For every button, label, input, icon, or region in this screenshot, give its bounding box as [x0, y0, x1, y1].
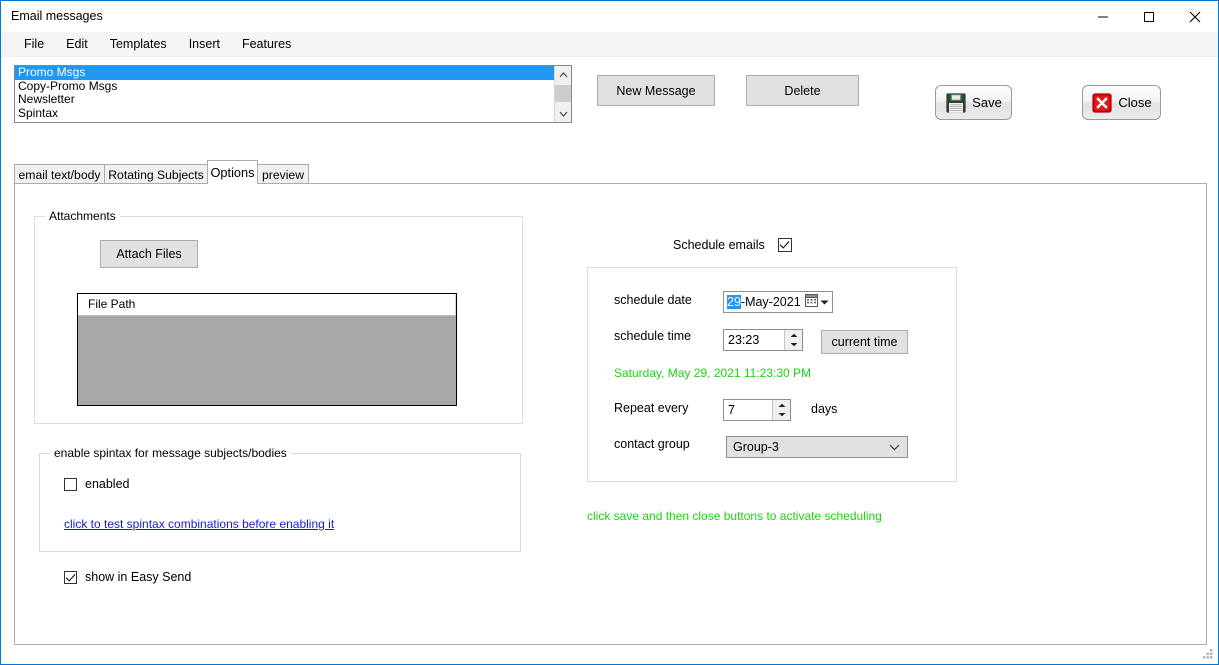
- red-x-icon: [1091, 92, 1113, 114]
- title-bar: Email messages: [1, 1, 1218, 33]
- spintax-enabled-checkbox[interactable]: enabled: [64, 477, 130, 491]
- checkbox-box[interactable]: [64, 477, 77, 491]
- attachments-group-title: Attachments: [45, 209, 120, 223]
- checkbox-box[interactable]: [777, 238, 792, 252]
- delete-button[interactable]: Delete: [746, 75, 859, 106]
- show-in-easy-send-label: show in Easy Send: [85, 570, 192, 584]
- message-list-scrollbar[interactable]: [554, 66, 571, 122]
- stepper-up-icon[interactable]: [785, 331, 802, 340]
- save-button[interactable]: Save: [935, 85, 1012, 120]
- menu-item-templates[interactable]: Templates: [99, 34, 178, 54]
- checkbox-box[interactable]: [64, 570, 77, 584]
- schedule-time-value: 23:23: [728, 333, 760, 347]
- email-messages-window: Email messages File Edit Templates Inser…: [0, 0, 1219, 665]
- attachments-grid[interactable]: File Path: [77, 293, 457, 406]
- tab-strip: email text/body Rotating Subjects Option…: [14, 160, 1207, 184]
- message-list-items: Promo Msgs Copy-Promo Msgs Newsletter Sp…: [15, 66, 555, 120]
- schedule-time-input[interactable]: 23:23: [723, 329, 803, 351]
- schedule-hint-text: click save and then close buttons to act…: [587, 509, 882, 523]
- repeat-every-stepper[interactable]: [772, 400, 790, 420]
- tab-rotating-subjects[interactable]: Rotating Subjects: [104, 164, 208, 184]
- show-in-easy-send-checkbox[interactable]: show in Easy Send: [64, 570, 191, 584]
- menu-item-features[interactable]: Features: [231, 34, 302, 54]
- schedule-date-input[interactable]: 29 -May-2021: [723, 291, 833, 313]
- chevron-down-icon[interactable]: [889, 440, 900, 454]
- repeat-every-label: Repeat every: [614, 401, 689, 415]
- list-item[interactable]: Newsletter: [15, 93, 555, 107]
- message-list[interactable]: Promo Msgs Copy-Promo Msgs Newsletter Sp…: [14, 65, 572, 123]
- menu-bar: File Edit Templates Insert Features: [1, 32, 1218, 57]
- stepper-down-icon[interactable]: [773, 410, 790, 419]
- scrollbar-thumb[interactable]: [555, 85, 571, 102]
- schedule-date-remainder: -May-2021: [740, 295, 801, 309]
- list-item[interactable]: Spintax: [15, 106, 555, 121]
- schedule-time-stepper[interactable]: [784, 330, 802, 350]
- contact-group-label: contact group: [614, 437, 690, 451]
- chevron-down-icon[interactable]: [820, 295, 829, 309]
- repeat-every-input[interactable]: 7: [723, 399, 791, 421]
- schedule-timestamp: Saturday, May 29, 2021 11:23:30 PM: [614, 366, 812, 380]
- tab-preview[interactable]: preview: [257, 164, 309, 184]
- tab-email-text-body[interactable]: email text/body: [14, 164, 105, 184]
- repeat-every-value: 7: [728, 403, 735, 417]
- stepper-up-icon[interactable]: [773, 401, 790, 410]
- tab-options[interactable]: Options: [207, 160, 258, 184]
- spintax-group-title: enable spintax for message subjects/bodi…: [50, 446, 291, 460]
- schedule-time-label: schedule time: [614, 329, 692, 343]
- schedule-emails-checkbox[interactable]: Schedule emails: [673, 238, 792, 252]
- days-label: days: [811, 402, 838, 416]
- schedule-emails-label: Schedule emails: [673, 238, 765, 252]
- maximize-button[interactable]: [1126, 1, 1172, 32]
- schedule-date-buttons[interactable]: [805, 294, 832, 310]
- new-message-button[interactable]: New Message: [597, 75, 715, 106]
- list-item[interactable]: Copy-Promo Msgs: [15, 79, 555, 94]
- attach-files-button[interactable]: Attach Files: [100, 240, 198, 268]
- test-spintax-link[interactable]: click to test spintax combinations befor…: [64, 517, 334, 531]
- scroll-down-icon[interactable]: [555, 105, 571, 122]
- contact-group-select[interactable]: Group-3: [726, 436, 908, 458]
- minimize-button[interactable]: [1080, 1, 1126, 32]
- column-header-file-path: File Path: [78, 294, 456, 315]
- menu-item-file[interactable]: File: [13, 34, 55, 54]
- schedule-date-selected-segment: 29: [727, 295, 741, 309]
- stepper-down-icon[interactable]: [785, 340, 802, 349]
- resize-grip[interactable]: [1201, 648, 1214, 661]
- contact-group-value: Group-3: [733, 440, 779, 454]
- current-time-button[interactable]: current time: [821, 330, 908, 354]
- attachments-grid-header: File Path: [78, 294, 456, 316]
- menu-item-insert[interactable]: Insert: [178, 34, 231, 54]
- spintax-enabled-label: enabled: [85, 477, 130, 491]
- spintax-group: enable spintax for message subjects/bodi…: [39, 446, 521, 552]
- window-title: Email messages: [11, 9, 103, 23]
- schedule-date-label: schedule date: [614, 293, 692, 307]
- window-controls: [1080, 1, 1218, 32]
- floppy-disk-icon: [945, 92, 967, 114]
- scroll-up-icon[interactable]: [555, 66, 571, 83]
- schedule-date-value: 29 -May-2021: [727, 295, 801, 309]
- list-item[interactable]: Promo Msgs: [15, 66, 555, 80]
- calendar-icon[interactable]: [805, 294, 818, 310]
- close-dialog-button[interactable]: Close: [1082, 85, 1161, 120]
- close-button[interactable]: [1172, 1, 1218, 32]
- close-dialog-button-label: Close: [1118, 95, 1152, 110]
- menu-item-edit[interactable]: Edit: [55, 34, 99, 54]
- save-button-label: Save: [972, 95, 1002, 110]
